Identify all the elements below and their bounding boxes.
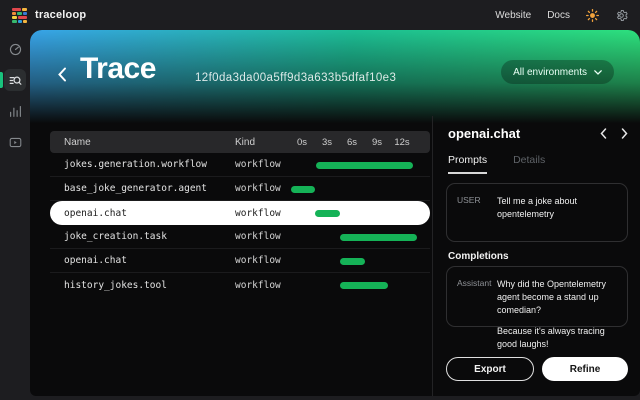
- back-chevron-icon[interactable]: [58, 64, 74, 84]
- page-title: Trace: [80, 52, 156, 86]
- span-name: history_jokes.tool: [64, 280, 167, 291]
- message-role: Assistant: [457, 278, 497, 315]
- table-header: Name Kind 0s 3s 6s 9s 12s: [50, 131, 430, 153]
- traceloop-logo-icon: [12, 8, 27, 23]
- prompt-message-card: USER Tell me a joke about opentelemetry: [446, 183, 628, 242]
- spans-table: Name Kind 0s 3s 6s 9s 12s jokes.generati…: [50, 131, 430, 297]
- sidebar-item-dashboard[interactable]: [4, 38, 26, 60]
- completions-section-label: Completions: [448, 251, 509, 262]
- duration-bar: [315, 210, 340, 217]
- completion-message-card: Assistant Why did the Opentelemetry agen…: [446, 266, 628, 327]
- column-header-name: Name: [64, 137, 91, 148]
- sidebar: [0, 30, 30, 400]
- table-row[interactable]: base_joke_generator.agent workflow: [50, 177, 430, 201]
- completion-line: Because it's always tracing good laughs!: [497, 325, 617, 351]
- settings-gear-icon[interactable]: [615, 9, 628, 22]
- gradient-header: Trace 12f0da3da00a5ff9d3a633b5dfaf10e3 A…: [30, 30, 640, 126]
- export-button[interactable]: Export: [446, 357, 534, 381]
- duration-bar: [340, 234, 417, 241]
- docs-link[interactable]: Docs: [547, 10, 570, 21]
- tab-details[interactable]: Details: [513, 154, 545, 174]
- time-tick: 3s: [322, 137, 332, 148]
- detail-tabs: Prompts Details: [448, 154, 545, 174]
- brand[interactable]: traceloop: [12, 8, 86, 23]
- span-kind: workflow: [235, 208, 281, 219]
- console-play-icon: [9, 136, 22, 149]
- table-row[interactable]: jokes.generation.workflow workflow: [50, 153, 430, 177]
- span-name: openai.chat: [64, 255, 127, 266]
- span-kind: workflow: [235, 280, 281, 291]
- tab-prompts[interactable]: Prompts: [448, 154, 487, 174]
- message-text: Tell me a joke about opentelemetry: [497, 195, 617, 230]
- span-kind: workflow: [235, 159, 281, 170]
- gauge-icon: [9, 43, 22, 56]
- span-kind: workflow: [235, 255, 281, 266]
- duration-bar: [340, 282, 388, 289]
- sidebar-item-traces[interactable]: [4, 69, 26, 91]
- table-row[interactable]: history_jokes.tool workflow: [50, 273, 430, 297]
- duration-bar: [340, 258, 365, 265]
- website-link[interactable]: Website: [495, 10, 531, 21]
- time-tick: 9s: [372, 137, 382, 148]
- main-card: Trace 12f0da3da00a5ff9d3a633b5dfaf10e3 A…: [30, 30, 640, 396]
- trace-id: 12f0da3da00a5ff9d3a633b5dfaf10e3: [195, 72, 396, 84]
- column-header-kind: Kind: [235, 137, 255, 148]
- span-name: joke_creation.task: [64, 231, 167, 242]
- span-kind: workflow: [235, 183, 281, 194]
- brand-name: traceloop: [35, 9, 86, 21]
- topbar: traceloop Website Docs: [0, 0, 640, 30]
- environment-selector-label: All environments: [513, 67, 587, 78]
- time-tick: 12s: [394, 137, 409, 148]
- sidebar-item-playground[interactable]: [4, 131, 26, 153]
- message-role: USER: [457, 195, 497, 230]
- detail-title: openai.chat: [448, 126, 520, 141]
- completion-line: Why did the Opentelemetry agent become a…: [497, 278, 617, 317]
- next-span-chevron-icon[interactable]: [621, 128, 628, 139]
- span-kind: workflow: [235, 231, 281, 242]
- time-tick: 0s: [297, 137, 307, 148]
- table-row-selected[interactable]: openai.chat workflow: [50, 201, 430, 225]
- time-tick: 6s: [347, 137, 357, 148]
- environment-selector[interactable]: All environments: [501, 60, 614, 84]
- theme-toggle-sun-icon[interactable]: [586, 9, 599, 22]
- duration-bar: [316, 162, 413, 169]
- table-row[interactable]: joke_creation.task workflow: [50, 225, 430, 249]
- span-name: openai.chat: [64, 208, 127, 219]
- active-accent: [0, 72, 3, 88]
- message-text: Why did the Opentelemetry agent become a…: [497, 278, 617, 315]
- trace-search-icon: [9, 74, 22, 87]
- table-row[interactable]: openai.chat workflow: [50, 249, 430, 273]
- sidebar-item-analytics[interactable]: [4, 100, 26, 122]
- span-name: base_joke_generator.agent: [64, 183, 207, 194]
- duration-bar: [291, 186, 315, 193]
- refine-button[interactable]: Refine: [542, 357, 628, 381]
- prev-span-chevron-icon[interactable]: [600, 128, 607, 139]
- span-name: jokes.generation.workflow: [64, 159, 207, 170]
- bar-chart-icon: [9, 105, 22, 118]
- chevron-down-icon: [594, 70, 602, 75]
